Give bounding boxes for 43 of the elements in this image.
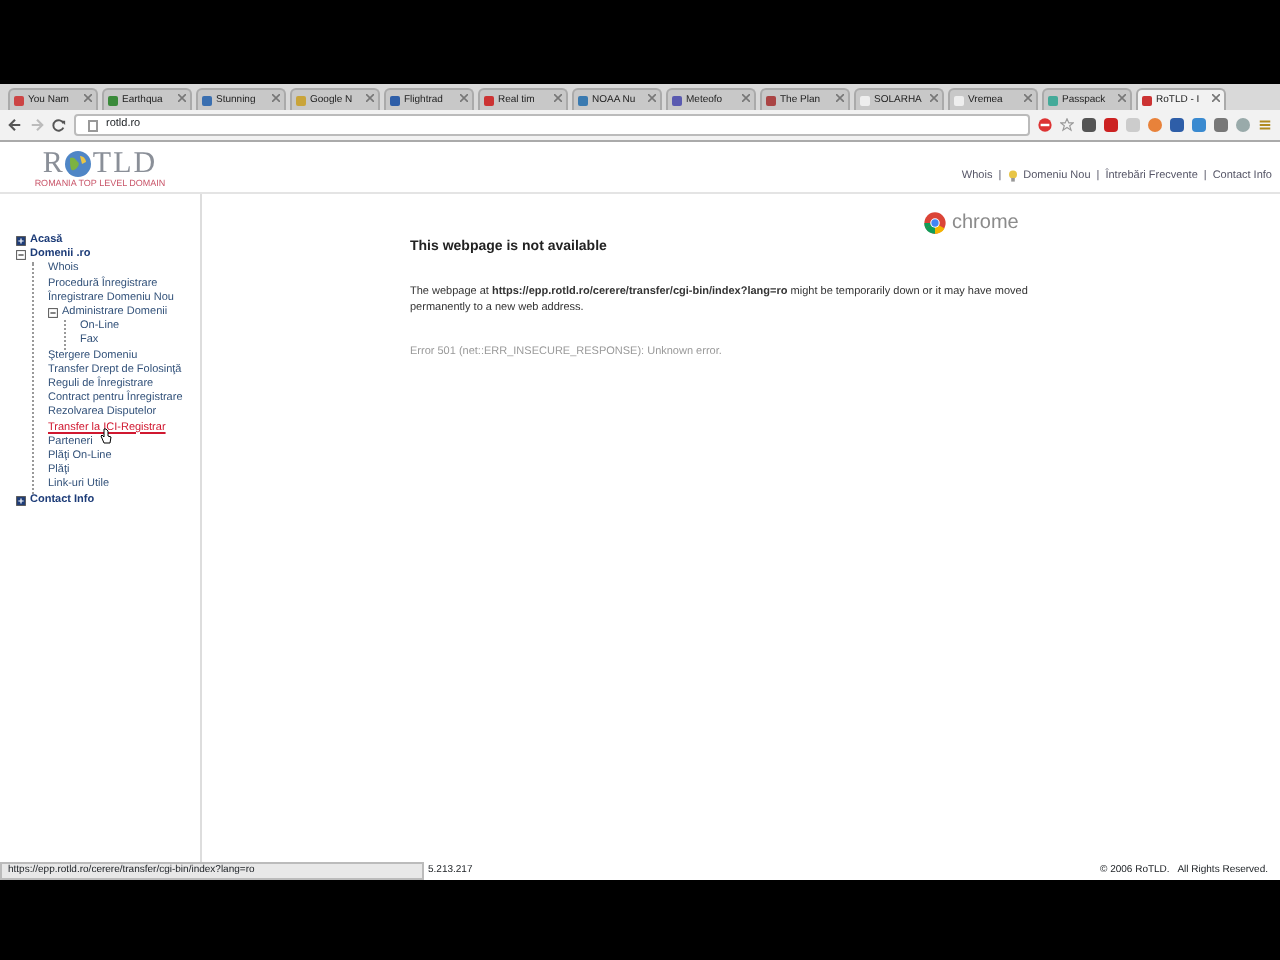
menu-icon[interactable] — [1258, 118, 1272, 132]
favicon-icon — [202, 95, 212, 105]
reload-icon[interactable] — [52, 118, 66, 132]
close-icon[interactable] — [836, 94, 844, 103]
favicon-icon — [484, 95, 494, 105]
collapse-icon[interactable] — [48, 308, 58, 319]
favicon-icon — [578, 95, 588, 105]
forward-icon[interactable] — [30, 118, 44, 132]
favicon-icon — [954, 95, 964, 105]
chrome-logo-icon — [924, 212, 946, 234]
logo-text: R — [42, 150, 65, 178]
stop-sign-icon[interactable] — [1038, 118, 1052, 132]
close-icon[interactable] — [1024, 94, 1032, 103]
favicon-icon — [390, 95, 400, 105]
close-icon[interactable] — [178, 94, 186, 103]
back-icon[interactable] — [8, 118, 22, 132]
close-icon[interactable] — [554, 94, 562, 103]
globe-icon — [64, 150, 93, 178]
close-icon[interactable] — [272, 94, 280, 103]
close-icon[interactable] — [648, 94, 656, 103]
close-icon[interactable] — [1118, 94, 1126, 103]
close-icon[interactable] — [460, 94, 468, 103]
favicon-icon — [1142, 95, 1152, 105]
close-icon[interactable] — [84, 94, 92, 103]
expand-icon[interactable] — [16, 236, 26, 247]
close-icon[interactable] — [930, 94, 938, 103]
lightbulb-icon — [1007, 169, 1018, 182]
close-icon[interactable] — [742, 94, 750, 103]
favicon-icon — [14, 95, 24, 105]
collapse-icon[interactable] — [16, 250, 26, 261]
page-icon — [88, 119, 98, 131]
favicon-icon — [766, 95, 776, 105]
favicon-icon — [1048, 95, 1058, 105]
chrome-brand-text: chrome — [952, 210, 1019, 238]
favicon-icon — [860, 95, 870, 105]
favicon-icon — [108, 95, 118, 105]
expand-icon[interactable] — [16, 495, 26, 506]
logo-text: TLD — [92, 150, 158, 178]
close-icon[interactable] — [366, 94, 374, 103]
favicon-icon — [296, 95, 306, 105]
star-icon[interactable] — [1060, 118, 1074, 132]
close-icon[interactable] — [1212, 94, 1220, 103]
favicon-icon — [672, 95, 682, 105]
